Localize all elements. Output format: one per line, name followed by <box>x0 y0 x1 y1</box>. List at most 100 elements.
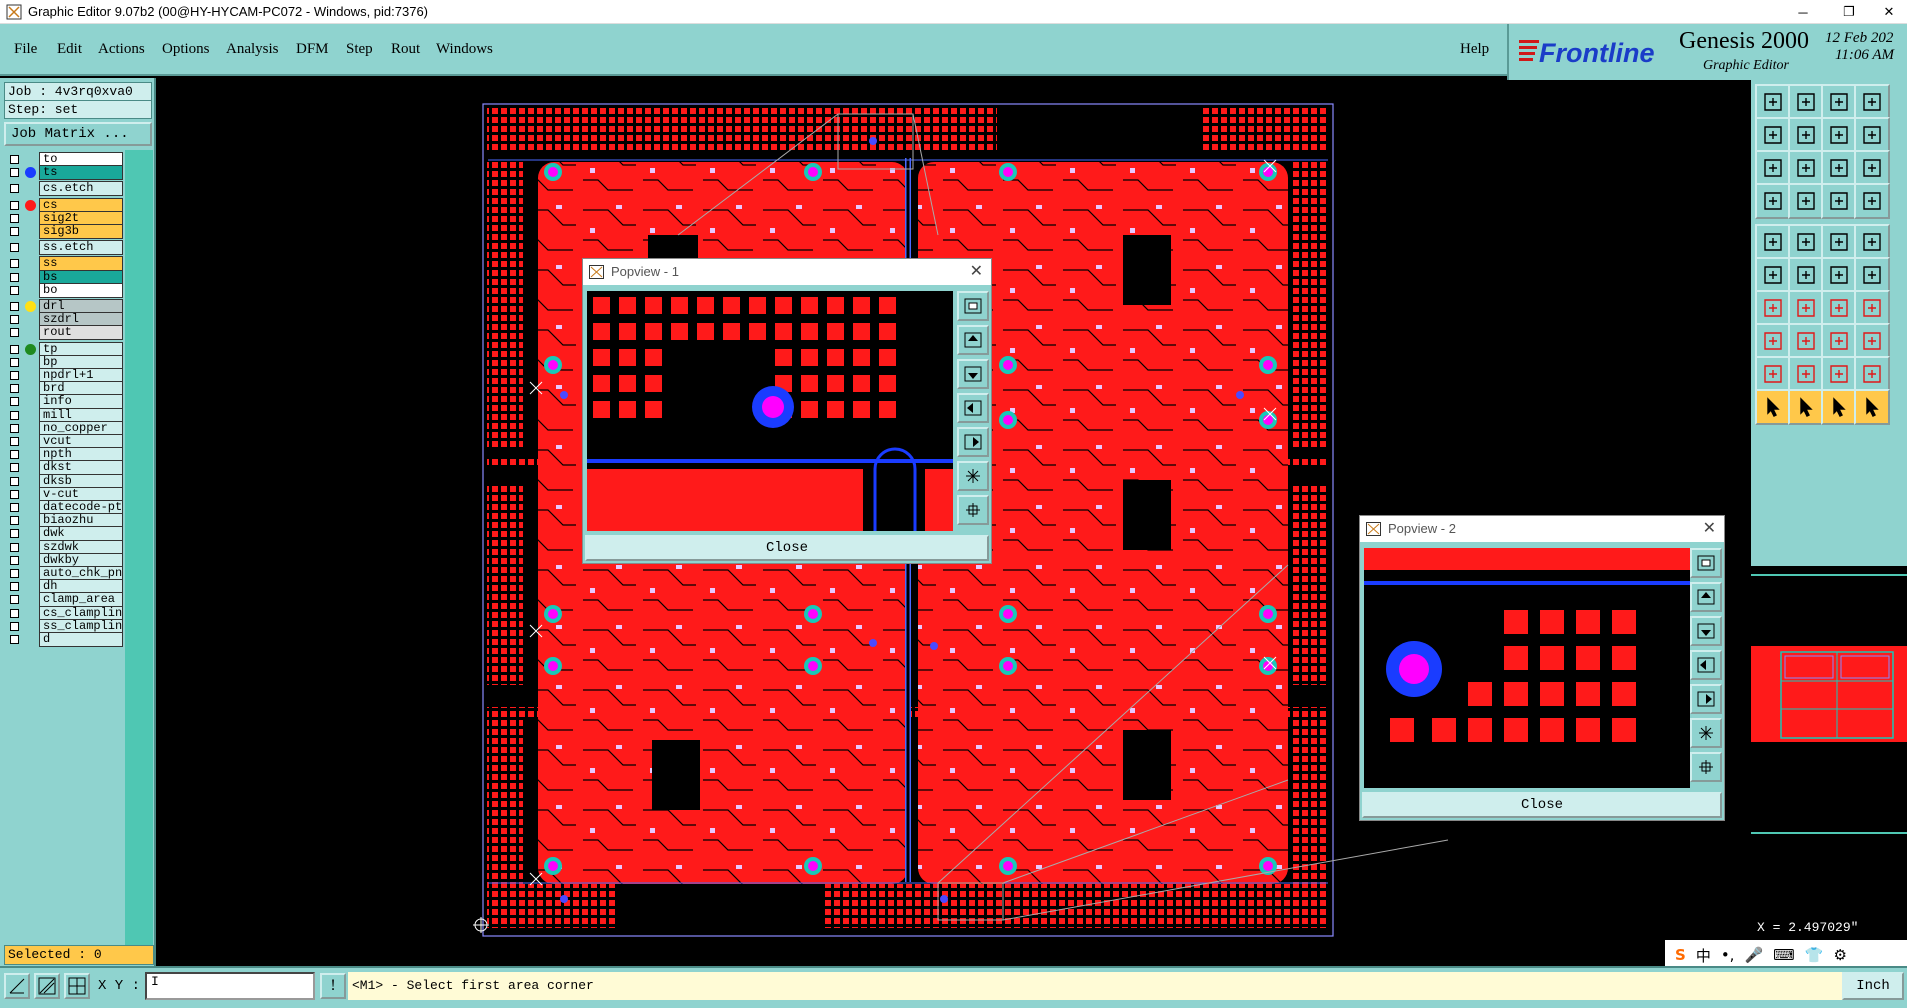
layer-checkbox[interactable] <box>10 315 19 325</box>
popview-2-pan-down-button[interactable] <box>1690 616 1722 646</box>
prompt-info-button[interactable]: ! <box>320 973 346 999</box>
layer-row[interactable]: ts <box>4 165 124 181</box>
layer-name[interactable]: ts <box>39 165 123 181</box>
layer-checkbox[interactable] <box>10 227 19 236</box>
popview-1-titlebar[interactable]: Popview - 1 ✕ <box>583 259 991 285</box>
layer-checkbox[interactable] <box>10 423 19 433</box>
layer-name[interactable]: cs.etch <box>39 181 123 197</box>
tool-grid-button[interactable] <box>1788 183 1824 219</box>
layer-name[interactable]: bo <box>39 282 123 298</box>
layer-checkbox[interactable] <box>10 344 19 354</box>
tool-pan-button[interactable] <box>1755 183 1791 219</box>
tool-home-button[interactable] <box>1821 84 1857 120</box>
layer-checkbox[interactable] <box>10 213 19 223</box>
layer-checkbox[interactable] <box>10 302 19 311</box>
popview-2-pan-right-button[interactable] <box>1690 684 1722 714</box>
layer-checkbox[interactable] <box>10 357 19 367</box>
layer-row[interactable]: rout <box>4 325 124 341</box>
popview-2-zoom-out-button[interactable] <box>1690 752 1722 782</box>
popview-1-pan-up-button[interactable] <box>957 325 989 355</box>
window-close-button[interactable]: ✕ <box>1866 0 1907 24</box>
tool-upload-button[interactable] <box>1755 84 1791 120</box>
popview-2-close-button[interactable]: Close <box>1362 792 1722 818</box>
tool-connect-button[interactable] <box>1821 257 1857 293</box>
tool-select-lasso-button[interactable] <box>1821 389 1857 425</box>
tool-download-button[interactable] <box>1788 84 1824 120</box>
tool-layout-button[interactable] <box>1854 84 1890 120</box>
menu-step[interactable]: Step <box>346 41 373 58</box>
tool-triangle-lg-button[interactable] <box>1788 356 1824 392</box>
tool-zoom-box-button[interactable] <box>1788 150 1824 186</box>
popview-2-window[interactable]: Popview - 2 ✕ Close <box>1359 515 1725 821</box>
measure-mode-button[interactable] <box>34 973 60 999</box>
layer-checkbox[interactable] <box>10 463 19 473</box>
tool-link-button[interactable] <box>1854 183 1890 219</box>
grid-mode-button[interactable] <box>64 973 90 999</box>
popview-1-close-button[interactable]: Close <box>585 535 989 561</box>
tool-node-button[interactable] <box>1755 257 1791 293</box>
popview-1-zoom-fit-button[interactable] <box>957 291 989 321</box>
ime-language-toggle[interactable]: 中 <box>1696 945 1711 966</box>
popview-1-pan-down-button[interactable] <box>957 359 989 389</box>
menu-actions[interactable]: Actions <box>98 41 145 58</box>
unit-toggle-button[interactable]: Inch <box>1842 972 1904 1000</box>
tool-triangle-dup-button[interactable] <box>1821 356 1857 392</box>
layer-checkbox[interactable] <box>10 476 19 486</box>
menu-options[interactable]: Options <box>162 41 210 58</box>
layer-checkbox[interactable] <box>10 437 19 446</box>
ime-logo-icon[interactable]: S <box>1675 946 1686 964</box>
layer-checkbox[interactable] <box>10 450 19 460</box>
layer-checkbox[interactable] <box>10 184 19 194</box>
popview-2-view[interactable] <box>1364 548 1690 788</box>
overview-panel[interactable] <box>1751 574 1907 834</box>
layer-checkbox[interactable] <box>10 503 19 512</box>
tool-align-right-button[interactable] <box>1788 117 1824 153</box>
job-matrix-button[interactable]: Job Matrix ... <box>4 122 152 146</box>
layer-checkbox[interactable] <box>10 569 19 578</box>
tool-reset-button[interactable] <box>1821 117 1857 153</box>
popview-1-pan-left-button[interactable] <box>957 393 989 423</box>
ime-skin-icon[interactable]: 👕 <box>1805 946 1824 964</box>
tool-select-hand-button[interactable] <box>1854 389 1890 425</box>
menu-file[interactable]: File <box>14 41 37 58</box>
overview-map[interactable] <box>1751 576 1907 832</box>
popview-1-zoom-in-button[interactable] <box>957 461 989 491</box>
layer-checkbox[interactable] <box>10 595 19 605</box>
tool-arc-button[interactable] <box>1854 257 1890 293</box>
layer-scrollbar[interactable] <box>125 150 153 946</box>
layer-row[interactable]: sig3b <box>4 224 124 239</box>
layer-row[interactable]: bo <box>4 282 124 298</box>
tool-cross-button[interactable] <box>1788 257 1824 293</box>
layer-checkbox[interactable] <box>10 516 19 526</box>
menu-dfm[interactable]: DFM <box>296 41 329 58</box>
tool-select-box-button[interactable] <box>1788 389 1824 425</box>
layer-checkbox[interactable] <box>10 285 19 295</box>
tool-rotate-button[interactable] <box>1854 323 1890 359</box>
popview-1-zoom-out-button[interactable] <box>957 495 989 525</box>
tool-move-button[interactable] <box>1821 323 1857 359</box>
layer-checkbox[interactable] <box>10 243 19 253</box>
layer-checkbox[interactable] <box>10 200 19 210</box>
layer-checkbox[interactable] <box>10 621 19 631</box>
layer-checkbox[interactable] <box>10 489 19 499</box>
layer-checkbox[interactable] <box>10 371 19 380</box>
popview-2-pan-left-button[interactable] <box>1690 650 1722 680</box>
tool-align-left-button[interactable] <box>1755 117 1791 153</box>
layer-row[interactable]: d <box>4 632 124 647</box>
ime-settings-icon[interactable]: ⚙ <box>1833 946 1846 964</box>
tool-line-red2-button[interactable] <box>1788 290 1824 326</box>
layer-name[interactable]: d <box>39 632 123 647</box>
popview-2-zoom-fit-button[interactable] <box>1690 548 1722 578</box>
layer-name[interactable]: sig3b <box>39 224 123 239</box>
tool-trace-button[interactable] <box>1821 224 1857 260</box>
menu-edit[interactable]: Edit <box>57 41 82 58</box>
layer-row[interactable]: ss.etch <box>4 240 124 256</box>
snap-mode-button[interactable] <box>4 973 30 999</box>
tool-line-red-button[interactable] <box>1755 290 1791 326</box>
menu-rout[interactable]: Rout <box>391 41 420 58</box>
tool-measure-button[interactable] <box>1821 183 1857 219</box>
tool-pad-dot-button[interactable] <box>1854 224 1890 260</box>
popview-1-close-x-button[interactable]: ✕ <box>970 259 983 285</box>
layer-checkbox[interactable] <box>10 608 19 618</box>
layer-row[interactable]: cs.etch <box>4 181 124 197</box>
